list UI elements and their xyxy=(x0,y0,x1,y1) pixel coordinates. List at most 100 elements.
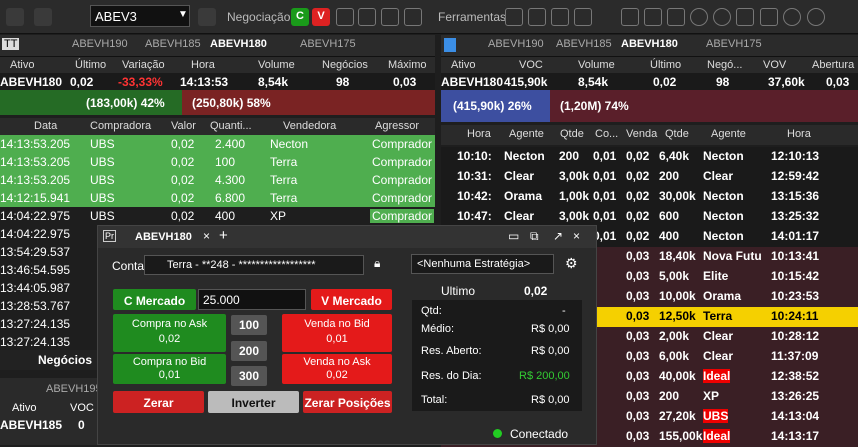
tab-abevh190[interactable]: ABEVH190 xyxy=(488,38,544,50)
zerar-posicoes-button[interactable]: Zerar Posições xyxy=(303,391,392,413)
buy-at-ask-button[interactable]: Compra no Ask 0,02 xyxy=(113,314,226,352)
col-variacao: Variação xyxy=(122,59,165,71)
buy-market-button[interactable]: C Mercado xyxy=(113,289,196,310)
pie-chart-icon[interactable] xyxy=(358,8,376,26)
lock-icon[interactable]: 🔒︎ xyxy=(374,256,380,271)
book-buy-cell: 1,00k xyxy=(559,189,590,203)
book-row[interactable]: 10:31: Clear 3,00k 0,01 0,02 200 Clear 12:59:42 xyxy=(441,167,858,187)
scanner-icon[interactable] xyxy=(528,8,546,26)
inverter-button[interactable]: Inverter xyxy=(208,391,299,413)
chevron-down-icon[interactable]: ▼ xyxy=(178,9,188,20)
sell-market-button[interactable]: V Mercado xyxy=(311,289,392,310)
arrows-icon[interactable] xyxy=(551,8,569,26)
zerar-button[interactable]: Zerar xyxy=(113,391,204,413)
tab-abevh190[interactable]: ABEVH190 xyxy=(72,38,128,50)
book-buy-pressure-label: (415,90k) 26% xyxy=(453,99,532,113)
menu-icon[interactable] xyxy=(198,8,216,26)
grid-icon[interactable] xyxy=(6,8,24,26)
book-buy-cell: Necton xyxy=(504,149,545,163)
trade-row[interactable]: 14:12:15.941 UBS 0,02 6.800 Terra Comprador xyxy=(0,189,435,207)
buy-at-bid-button[interactable]: Compra no Bid 0,01 xyxy=(113,354,226,384)
table-icon[interactable]: TT xyxy=(2,38,20,50)
book-sell-cell: 0,03 xyxy=(626,289,650,303)
book-sell-cell: 10,00k xyxy=(659,289,696,303)
bars-icon[interactable] xyxy=(644,8,662,26)
book-row[interactable]: 10:42: Orama 1,00k 0,01 0,02 30,00k Necton 13:1… xyxy=(441,187,858,207)
account-select[interactable]: Terra - **248 - ****************** xyxy=(144,255,364,275)
help-icon[interactable] xyxy=(807,8,825,26)
book-sell-cell: 30,00k xyxy=(659,189,696,203)
trade-cell: Terra xyxy=(270,191,298,205)
book-sell-cell: Ideal xyxy=(703,369,731,383)
tab-abevh175[interactable]: ABEVH175 xyxy=(300,38,356,50)
book-panel-icon[interactable] xyxy=(444,38,456,52)
trade-cell: 0,02 xyxy=(171,191,195,205)
restore-icon[interactable]: ▭ xyxy=(508,229,519,243)
trade-cell: 14:12:15.941 xyxy=(0,191,71,205)
tab-abevh185[interactable]: ABEVH185 xyxy=(556,38,612,50)
book-sell-cell: 200 xyxy=(659,169,680,183)
book-icon[interactable] xyxy=(336,8,354,26)
book-sell-cell: Nova Futu xyxy=(703,249,762,263)
trade-cell: 14:13:53.205 xyxy=(0,155,71,169)
popout-icon[interactable]: ⧉ xyxy=(530,229,539,244)
trade-row[interactable]: 14:13:53.205 UBS 0,02 100 Terra Comprador xyxy=(0,153,435,171)
trophy-icon[interactable] xyxy=(736,8,754,26)
quantity-input[interactable]: 25.000 xyxy=(198,289,306,310)
gear-icon[interactable]: ⚙ xyxy=(565,255,578,272)
tab-abevh180[interactable]: ABEVH180 xyxy=(210,38,267,50)
clock-icon[interactable] xyxy=(690,8,708,26)
book-sell-cell: 0,03 xyxy=(626,309,650,323)
book-sell-cell: XP xyxy=(703,389,720,403)
total-label: Total: xyxy=(421,394,448,406)
sell-at-bid-label: Venda no Bid xyxy=(304,318,370,330)
chat-icon[interactable] xyxy=(783,8,801,26)
tab-negocios[interactable]: Negócios xyxy=(38,353,92,367)
quote-volume: 8,54k xyxy=(578,75,609,89)
sell-button[interactable]: V xyxy=(312,8,330,26)
tab-abevh185[interactable]: ABEVH185 xyxy=(145,38,201,50)
book-sell-cell: 0,03 xyxy=(626,329,650,343)
refresh-icon[interactable] xyxy=(34,8,52,26)
quote-ultimo: 0,02 xyxy=(653,75,677,89)
calculator-icon[interactable] xyxy=(505,8,523,26)
quote-ultimo: 0,02 xyxy=(70,75,94,89)
conta-label: Conta xyxy=(112,259,145,273)
book-row[interactable]: 10:10: Necton 200 0,01 0,02 6,40k Necton 12:10:… xyxy=(441,147,858,167)
quantity-300-button[interactable]: 300 xyxy=(231,366,267,386)
bar-chart-icon[interactable] xyxy=(381,8,399,26)
flag-icon[interactable] xyxy=(667,8,685,26)
trade-cell: UBS xyxy=(90,173,115,187)
quantity-100-button[interactable]: 100 xyxy=(231,315,267,335)
sell-at-bid-button[interactable]: Venda no Bid 0,01 xyxy=(282,314,392,352)
add-tab-icon[interactable]: + xyxy=(219,227,228,244)
trade-cell: 0,02 xyxy=(171,209,195,223)
tab-abevh195[interactable]: ABEVH195 xyxy=(46,383,102,395)
tab-abevh180[interactable]: ABEVH180 xyxy=(621,38,678,50)
tab-abevh175[interactable]: ABEVH175 xyxy=(706,38,762,50)
play-icon[interactable] xyxy=(713,8,731,26)
buy-button[interactable]: C xyxy=(291,8,309,26)
book-row[interactable]: 10:47: Clear 3,00k 0,01 0,02 600 Necton 13:25:3… xyxy=(441,207,858,227)
tr-icon[interactable] xyxy=(621,8,639,26)
trade-row[interactable]: 14:13:53.205 UBS 0,02 2.400 Necton Comprador xyxy=(0,135,435,153)
dashboard-icon[interactable] xyxy=(404,8,422,26)
left-quote-header: Ativo Último Variação Hora Volume Negóci… xyxy=(0,57,435,74)
close-icon[interactable]: × xyxy=(573,229,580,243)
strategy-select[interactable]: <Nenhuma Estratégia> xyxy=(411,254,554,274)
trade-cell: 4.300 xyxy=(215,173,246,187)
book-sell-cell: 12:38:52 xyxy=(771,369,820,383)
quantity-200-button[interactable]: 200 xyxy=(231,341,267,361)
trade-row[interactable]: 14:13:53.205 UBS 0,02 4.300 Terra Comprador xyxy=(0,171,435,189)
book-sell-cell: Necton xyxy=(703,149,744,163)
ticker-input[interactable]: ABEV3 xyxy=(90,5,190,27)
chart-icon[interactable] xyxy=(574,8,592,26)
close-icon[interactable]: × xyxy=(203,229,210,243)
trade-row[interactable]: 14:04:22.975 UBS 0,02 400 XP Comprador xyxy=(0,207,435,225)
col-venda: Venda xyxy=(626,128,658,140)
col-agente-sell: Agente xyxy=(711,128,746,140)
sell-at-ask-button[interactable]: Venda no Ask 0,02 xyxy=(282,354,392,384)
book-sell-cell: Clear xyxy=(703,349,734,363)
chart-icon[interactable]: ↗ xyxy=(553,229,563,243)
cart-icon[interactable] xyxy=(760,8,778,26)
